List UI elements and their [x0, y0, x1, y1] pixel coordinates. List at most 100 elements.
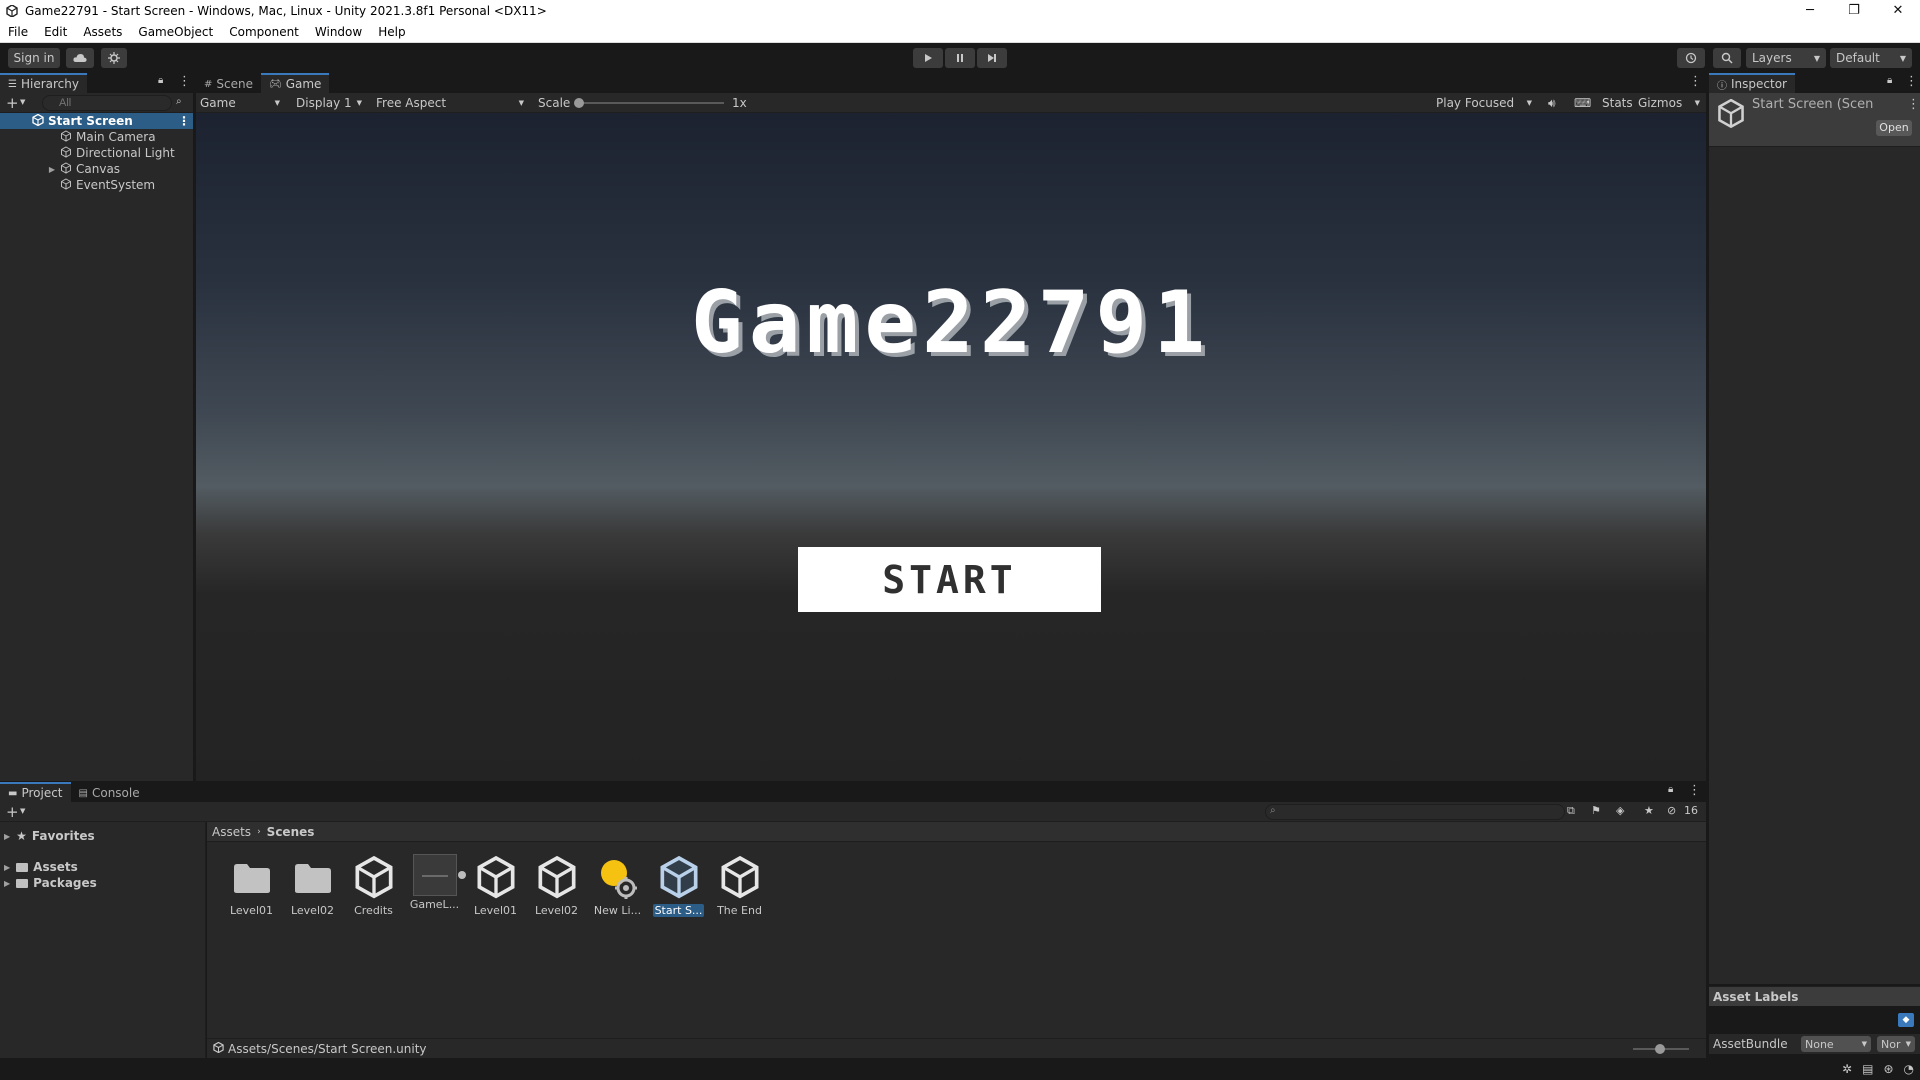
scene-row[interactable]: Start Screen ⋮ [0, 113, 193, 129]
chevron-down-icon[interactable]: ▼ [20, 807, 25, 815]
star-icon: ★ [16, 829, 27, 843]
assetbundle-dropdown[interactable]: None ▼ [1801, 1036, 1871, 1052]
more-menu-icon[interactable]: ⋮ [1689, 74, 1702, 89]
window-title: Game22791 - Start Screen - Windows, Mac,… [25, 3, 547, 18]
chevron-down-icon[interactable]: ▼ [20, 98, 25, 106]
keyboard-icon[interactable]: ⌨︎ [1570, 93, 1595, 113]
display-dropdown[interactable]: Display 1 ▼ [292, 93, 366, 113]
close-button[interactable]: ✕ [1876, 0, 1920, 21]
menu-window[interactable]: Window [307, 21, 370, 43]
more-menu-icon[interactable]: ⋮ [1688, 783, 1701, 798]
gizmos-dropdown[interactable]: Gizmos ▼ [1634, 93, 1704, 113]
breadcrumb-scenes[interactable]: Scenes [267, 825, 315, 839]
search-icon[interactable] [1713, 48, 1741, 68]
history-icon[interactable] [1677, 48, 1705, 68]
hierarchy-item[interactable]: Main Camera [0, 129, 193, 145]
asset-path-bar: Assets/Scenes/Start Screen.unity [207, 1038, 1706, 1058]
project-assets-area: Assets › Scenes Level01 Level02 Credits [207, 822, 1706, 1058]
auto-generate-icon[interactable]: ⊛ [1883, 1062, 1893, 1076]
icon-size-slider-thumb[interactable] [1655, 1044, 1665, 1054]
lock-icon[interactable]: 🔒︎ [1887, 75, 1892, 86]
tab-scene[interactable]: # Scene [196, 73, 261, 93]
tab-console[interactable]: ▤ Console [70, 782, 148, 802]
sign-in-button[interactable]: Sign in [8, 48, 60, 68]
tab-game[interactable]: 🎮︎ Game [260, 73, 330, 93]
progress-icon[interactable]: ◔ [1904, 1062, 1914, 1076]
menu-gameobject[interactable]: GameObject [130, 21, 221, 43]
minimize-button[interactable]: ─ [1788, 0, 1832, 21]
asset-item[interactable]: Start S... [648, 854, 709, 917]
asset-item[interactable]: Credits [343, 854, 404, 917]
tab-hierarchy[interactable]: ☰ Hierarchy [0, 73, 87, 93]
menu-edit[interactable]: Edit [36, 21, 75, 43]
lock-icon[interactable]: 🔒︎ [1668, 784, 1673, 795]
menu-help[interactable]: Help [370, 21, 413, 43]
gameobject-icon [60, 129, 72, 145]
search-by-type-icon[interactable]: ⧉ [1567, 804, 1575, 818]
cloud-icon[interactable] [66, 48, 94, 68]
open-button[interactable]: Open [1876, 120, 1912, 136]
add-icon[interactable]: + [6, 803, 19, 821]
play-mode-dropdown[interactable]: Play Focused ▼ [1432, 93, 1536, 113]
asset-item[interactable]: Level02 [282, 854, 343, 917]
menu-assets[interactable]: Assets [75, 21, 130, 43]
asset-item[interactable]: Level01 [465, 854, 526, 917]
search-by-label-icon[interactable]: ⚑ [1591, 804, 1601, 817]
hierarchy-item[interactable]: ▶ Canvas [0, 161, 193, 177]
scale-slider-thumb[interactable] [574, 98, 584, 108]
start-button[interactable]: START [798, 547, 1101, 612]
cache-server-icon[interactable]: ▤ [1862, 1062, 1873, 1076]
maximize-button[interactable]: ❐ [1832, 0, 1876, 21]
more-menu-icon[interactable]: ⋮ [1907, 97, 1920, 112]
scale-slider[interactable] [574, 98, 724, 108]
step-button[interactable] [977, 48, 1007, 68]
search-filter-icon[interactable]: ⌕ [176, 96, 182, 107]
expand-arrow-icon[interactable]: ▶ [4, 832, 10, 841]
hierarchy-item-label: Main Camera [76, 130, 156, 144]
audio-mute-icon[interactable]: 🔊︎ [1544, 93, 1560, 113]
star-icon[interactable]: ★ [1644, 804, 1654, 817]
bug-icon[interactable]: ✲ [1842, 1062, 1852, 1076]
tab-inspector[interactable]: ⓘ Inspector [1709, 73, 1795, 93]
project-search-input[interactable]: ⌕ [1265, 804, 1565, 820]
layout-dropdown[interactable]: Default ▼ [1830, 48, 1912, 68]
menu-component[interactable]: Component [221, 21, 307, 43]
stats-button[interactable]: Stats [1598, 93, 1637, 113]
assetbundle-row: AssetBundle None ▼ Nor ▼ [1709, 1034, 1920, 1054]
favorites-row[interactable]: ▶ ★ Favorites [4, 828, 95, 844]
aspect-dropdown[interactable]: Free Aspect ▼ [372, 93, 528, 113]
asset-item[interactable]: Level01 [221, 854, 282, 917]
asset-item[interactable]: Level02 [526, 854, 587, 917]
tab-project[interactable]: ▬ Project [0, 782, 71, 802]
more-menu-icon[interactable]: ⋮ [1905, 74, 1918, 89]
hierarchy-search-input[interactable] [42, 95, 172, 111]
asset-item[interactable]: New Li... [587, 854, 648, 917]
packages-row[interactable]: ▶ Packages [4, 875, 97, 891]
assetbundle-variant-dropdown[interactable]: Nor ▼ [1877, 1036, 1915, 1052]
expand-arrow-icon[interactable]: ▶ [4, 863, 10, 872]
asset-item[interactable]: The End [709, 854, 770, 917]
tag-icon[interactable]: ◈ [1616, 804, 1624, 817]
more-menu-icon[interactable]: ⋮ [178, 114, 190, 128]
asset-item[interactable]: GameL... [404, 854, 466, 917]
play-button[interactable] [913, 48, 943, 68]
icon-size-slider[interactable] [1633, 1044, 1689, 1054]
breadcrumb-assets[interactable]: Assets [212, 825, 251, 839]
pause-button[interactable] [945, 48, 975, 68]
add-icon[interactable]: + [6, 94, 19, 112]
hierarchy-item[interactable]: Directional Light [0, 145, 193, 161]
expand-arrow-icon[interactable]: ▶ [4, 879, 10, 888]
hidden-count-icon[interactable]: ⊘ [1667, 804, 1676, 817]
menu-file[interactable]: File [0, 21, 36, 43]
tag-icon[interactable]: ◆ [1898, 1013, 1914, 1027]
assets-row[interactable]: ▶ Assets [4, 859, 78, 875]
tab-scene-label: Scene [216, 77, 253, 91]
more-menu-icon[interactable]: ⋮ [178, 74, 191, 89]
expand-arrow-icon[interactable]: ▶ [46, 165, 58, 174]
game-viewport[interactable]: Game22791 START [196, 113, 1706, 781]
lock-icon[interactable]: 🔒︎ [158, 75, 163, 86]
layers-dropdown[interactable]: Layers ▼ [1746, 48, 1826, 68]
collab-icon[interactable] [101, 48, 127, 68]
hierarchy-item[interactable]: EventSystem [0, 177, 193, 193]
game-mode-dropdown[interactable]: Game ▼ [196, 93, 284, 113]
